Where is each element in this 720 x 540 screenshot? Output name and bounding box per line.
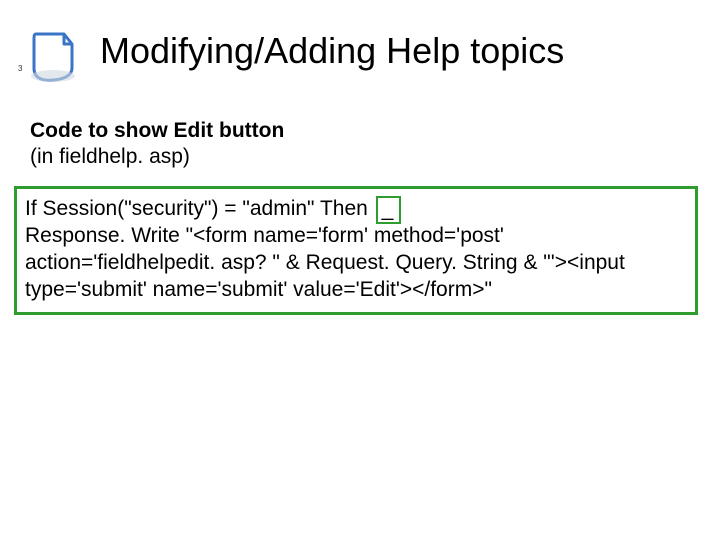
subtitle-heading: Code to show Edit button bbox=[30, 118, 284, 144]
code-text: If Session("security") = "admin" Then bbox=[25, 197, 368, 220]
slide: 3 Modifying/Adding Help topics Code to s… bbox=[0, 0, 720, 540]
subtitle-note: (in fieldhelp. asp) bbox=[30, 144, 284, 170]
slide-title: Modifying/Adding Help topics bbox=[100, 30, 564, 72]
line-continuation-highlight: _ bbox=[376, 196, 402, 224]
code-text-rest: Response. Write "<form name='form' metho… bbox=[25, 224, 625, 301]
subtitle: Code to show Edit button (in fieldhelp. … bbox=[30, 118, 284, 171]
code-block: If Session("security") = "admin" Then _ … bbox=[14, 186, 698, 315]
code-line-1: If Session("security") = "admin" Then _ bbox=[25, 195, 687, 223]
page-number: 3 bbox=[18, 64, 22, 73]
document-icon bbox=[24, 28, 82, 86]
